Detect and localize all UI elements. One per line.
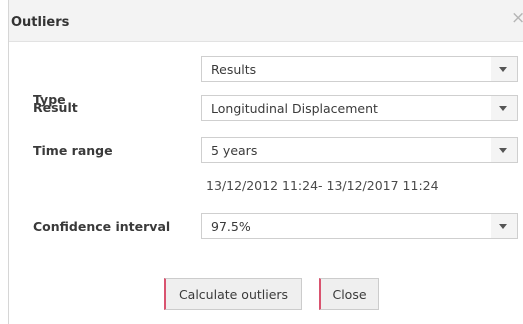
- chevron-down-icon[interactable]: [491, 96, 517, 120]
- chevron-down-icon[interactable]: [491, 138, 517, 162]
- type-select-value: Results: [211, 62, 257, 77]
- result-select-value: Longitudinal Displacement: [211, 101, 378, 116]
- chevron-down-icon[interactable]: [491, 57, 517, 81]
- confidence-interval-select-value: 97.5%: [211, 219, 251, 234]
- dialog-titlebar: Outliers ×: [9, 0, 523, 42]
- chevron-down-icon[interactable]: [491, 214, 517, 238]
- confidence-interval-label: Confidence interval: [33, 219, 171, 234]
- time-range-label: Time range: [33, 143, 113, 158]
- close-button[interactable]: Close: [319, 278, 379, 310]
- result-select[interactable]: Longitudinal Displacement: [201, 95, 518, 121]
- time-range-dates: 13/12/2012 11:24- 13/12/2017 11:24: [206, 178, 439, 193]
- time-range-select[interactable]: 5 years: [201, 137, 518, 163]
- calculate-outliers-button[interactable]: Calculate outliers: [164, 278, 302, 310]
- close-icon[interactable]: ×: [511, 10, 523, 27]
- dialog-title: Outliers: [11, 15, 70, 30]
- type-select[interactable]: Results: [201, 56, 518, 82]
- result-label: Result: [33, 100, 78, 115]
- time-range-select-value: 5 years: [211, 143, 258, 158]
- confidence-interval-select[interactable]: 97.5%: [201, 213, 518, 239]
- outliers-dialog: Outliers × Type Results Result Longitudi…: [8, 0, 523, 324]
